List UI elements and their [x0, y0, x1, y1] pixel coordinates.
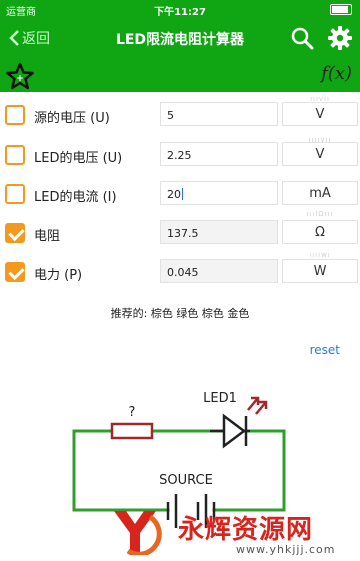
watermark: 永辉资源网 www.yhkjjj.com [110, 505, 360, 561]
led-light-arrows [247, 396, 268, 415]
battery-icon [330, 4, 352, 15]
source-voltage-label: 源的电压 (U) [34, 111, 110, 126]
power-label: 电力 (P) [34, 268, 83, 283]
clock: 下午11:27 [154, 7, 206, 18]
recommended-color-bands: 推荐的: 棕色 绿色 棕色 金色 [110, 307, 250, 320]
formula-button[interactable]: f(x) [321, 63, 352, 84]
led-voltage-label: LED的电压 (U) [34, 151, 123, 166]
navigation-bar: 返回 LED限流电阻计算器 [0, 18, 360, 58]
star-icon[interactable]: + [6, 62, 34, 90]
led-symbol [210, 413, 250, 449]
led-current-input[interactable]: 20 [160, 181, 278, 205]
resistance-row: 电阻 137.5 Ω [0, 217, 360, 251]
resistance-checkbox[interactable] [5, 223, 25, 243]
power-checkbox[interactable] [5, 262, 25, 282]
status-bar: 运营商 下午11:27 [0, 0, 360, 18]
source-voltage-input[interactable]: 5 [160, 102, 278, 126]
led-current-row: LED的电流 (I) 20 mA [0, 178, 360, 212]
resistance-label: 电阻 [34, 229, 61, 244]
led-voltage-unit[interactable]: V [282, 142, 358, 166]
source-voltage-row: 源的电压 (U) 5 V [0, 99, 360, 133]
gear-icon[interactable] [328, 26, 352, 50]
led-current-label: LED的电流 (I) [34, 190, 117, 205]
search-icon[interactable] [290, 26, 314, 50]
watermark-text: 永辉资源网 [178, 515, 314, 545]
power-output: 0.045 [160, 259, 278, 283]
resistance-unit[interactable]: Ω [282, 220, 358, 244]
led-voltage-row: LED的电压 (U) 2.25 V [0, 139, 360, 173]
source-label: SOURCE [159, 473, 213, 488]
watermark-url: www.yhkjjj.com [236, 543, 336, 556]
led-voltage-input[interactable]: 2.25 [160, 142, 278, 166]
led-current-value: 20 [167, 188, 181, 201]
led-label: LED1 [203, 391, 237, 406]
source-voltage-checkbox[interactable] [5, 105, 25, 125]
power-unit[interactable]: W [282, 259, 358, 283]
led-current-checkbox[interactable] [5, 184, 25, 204]
resistor-label: ? [129, 405, 136, 420]
reset-button[interactable]: reset [310, 343, 340, 357]
svg-text:+: + [16, 74, 24, 84]
resistor-symbol [110, 422, 154, 440]
led-voltage-checkbox[interactable] [5, 145, 25, 165]
led-current-unit[interactable]: mA [282, 181, 358, 205]
text-cursor [182, 188, 183, 200]
toolbar: + f(x) [0, 58, 360, 92]
power-row: 电力 (P) 0.045 W [0, 256, 360, 290]
resistance-output: 137.5 [160, 220, 278, 244]
source-voltage-unit[interactable]: V [282, 102, 358, 126]
watermark-logo [114, 511, 162, 555]
